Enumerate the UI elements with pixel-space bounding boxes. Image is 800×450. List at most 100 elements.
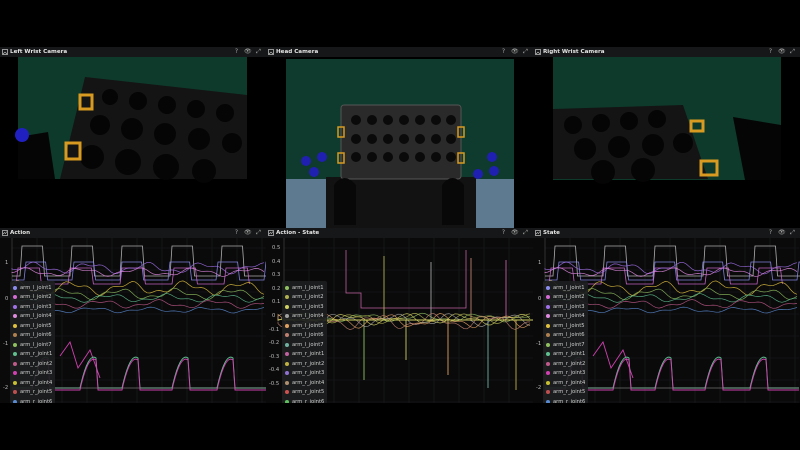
visibility-icon[interactable]: 👁 [244,48,252,56]
legend-item[interactable]: arm_r_joint6 [13,397,52,403]
expand-icon[interactable]: ⤢ [522,48,529,56]
legend-label: arm_l_joint3 [292,303,324,310]
legend-item[interactable]: arm_r_joint2 [546,359,585,369]
y-tick: -0.1 [269,326,280,333]
series-color-swatch [546,295,550,300]
legend-item[interactable]: arm_r_joint5 [285,388,324,398]
legend-item[interactable]: arm_l_joint1 [13,283,52,293]
camera-view-icon [535,49,541,55]
left-wrist-camera-image [0,57,266,228]
legend-item[interactable]: arm_r_joint1 [13,350,52,360]
legend-item[interactable]: arm_l_joint3 [546,302,585,312]
expand-icon[interactable]: ⤢ [789,48,796,56]
state-plot-area[interactable]: 1 0 -1 -2 arm_l_joint1 arm_l_joint2 arm_l_… [533,238,800,403]
legend-item[interactable]: arm_r_joint3 [285,369,324,379]
help-icon[interactable]: ? [767,48,774,56]
series-color-swatch [285,390,289,395]
legend-item[interactable]: arm_l_joint3 [13,302,52,312]
visibility-icon[interactable]: 👁 [511,48,519,56]
expand-icon[interactable]: ⤢ [522,229,529,237]
visibility-icon[interactable]: 👁 [511,229,519,237]
legend-item[interactable]: arm_r_joint2 [285,359,324,369]
legend-label: arm_l_joint5 [292,322,324,329]
panel-header: Action ? 👁 ⤢ [0,228,266,238]
legend-item[interactable]: arm_l_joint1 [285,283,324,293]
legend-item[interactable]: arm_l_joint6 [13,331,52,341]
help-icon[interactable]: ? [233,48,240,56]
legend-label: arm_l_joint6 [553,332,585,339]
legend-item[interactable]: arm_l_joint7 [13,340,52,350]
expand-icon[interactable]: ⤢ [789,229,796,237]
legend-item[interactable]: arm_l_joint7 [546,340,585,350]
legend-item[interactable]: arm_r_joint1 [546,350,585,360]
legend-label: arm_r_joint2 [20,360,53,367]
legend-item[interactable]: arm_r_joint3 [13,369,52,379]
legend-item[interactable]: arm_l_joint5 [285,321,324,331]
action-state-chart-panel: Action - State ? 👁 ⤢ 0.5 0.4 0.3 0.2 0.1 0 -0.… [266,228,533,403]
legend-label: arm_l_joint7 [20,341,52,348]
y-tick: 0.2 [272,285,281,292]
legend-label: arm_r_joint5 [20,389,53,396]
legend-item[interactable]: arm_r_joint5 [546,388,585,398]
legend-label: arm_r_joint4 [20,379,53,386]
help-icon[interactable]: ? [500,229,507,237]
series-color-swatch [285,380,289,385]
panel-header: Left Wrist Camera ? 👁 ⤢ [0,47,266,57]
help-icon[interactable]: ? [767,229,774,237]
legend-item[interactable]: arm_r_joint2 [13,359,52,369]
help-icon[interactable]: ? [233,229,240,237]
series-legend: arm_l_joint1 arm_l_joint2 arm_l_joint3 arm_… [543,281,589,403]
legend-item[interactable]: arm_r_joint4 [285,378,324,388]
legend-item[interactable]: arm_l_joint4 [13,312,52,322]
legend-item[interactable]: arm_r_joint6 [285,397,324,403]
legend-item[interactable]: arm_l_joint3 [285,302,324,312]
legend-item[interactable]: arm_l_joint6 [546,331,585,341]
legend-item[interactable]: arm_r_joint4 [13,378,52,388]
series-color-swatch [13,323,17,328]
series-color-swatch [546,390,550,395]
visibility-icon[interactable]: 👁 [244,229,252,237]
visibility-icon[interactable]: 👁 [778,48,786,56]
expand-icon[interactable]: ⤢ [255,229,262,237]
legend-item[interactable]: arm_l_joint4 [546,312,585,322]
panel-header: Action - State ? 👁 ⤢ [266,228,533,238]
expand-icon[interactable]: ⤢ [255,48,262,56]
action-chart-panel: Action ? 👁 ⤢ 1 0 -1 -2 arm_l_joint1 arm_l… [0,228,266,403]
legend-item[interactable]: arm_l_joint7 [285,340,324,350]
legend-label: arm_l_joint2 [553,294,585,301]
series-color-swatch [13,295,17,300]
legend-item[interactable]: arm_r_joint6 [546,397,585,403]
legend-label: arm_l_joint3 [553,303,585,310]
legend-item[interactable]: arm_r_joint5 [13,388,52,398]
y-tick: -1 [3,341,9,347]
series-color-swatch [13,380,17,385]
legend-item[interactable]: arm_l_joint4 [285,312,324,322]
legend-item[interactable]: arm_r_joint4 [546,378,585,388]
y-tick: 0 [538,296,542,302]
panel-title: Left Wrist Camera [10,49,68,55]
legend-item[interactable]: arm_l_joint6 [285,331,324,341]
legend-label: arm_r_joint4 [553,379,586,386]
legend-item[interactable]: arm_l_joint1 [546,283,585,293]
legend-label: arm_r_joint2 [553,360,586,367]
legend-item[interactable]: arm_r_joint1 [285,350,324,360]
timeseries-icon [535,230,541,236]
legend-item[interactable]: arm_l_joint2 [13,293,52,303]
series-legend: arm_l_joint1 arm_l_joint2 arm_l_joint3 arm_… [10,281,56,403]
action-plot-area[interactable]: 1 0 -1 -2 arm_l_joint1 arm_l_joint2 arm_l_… [0,238,266,403]
legend-item[interactable]: arm_l_joint5 [546,321,585,331]
help-icon[interactable]: ? [500,48,507,56]
y-tick: -2 [536,385,542,391]
series-color-swatch [13,333,17,338]
y-tick: -0.2 [269,340,280,347]
action-state-plot-area[interactable]: 0.5 0.4 0.3 0.2 0.1 0 -0.1 -0.2 -0.3 -0.4 -0.5 arm… [266,238,533,403]
series-color-swatch [13,352,17,357]
legend-item[interactable]: arm_l_joint2 [546,293,585,303]
series-color-swatch [13,390,17,395]
series-color-swatch [546,323,550,328]
head-camera-panel: Head Camera ? 👁 ⤢ [266,47,533,228]
legend-item[interactable]: arm_l_joint5 [13,321,52,331]
visibility-icon[interactable]: 👁 [778,229,786,237]
legend-item[interactable]: arm_r_joint3 [546,369,585,379]
legend-item[interactable]: arm_l_joint2 [285,293,324,303]
